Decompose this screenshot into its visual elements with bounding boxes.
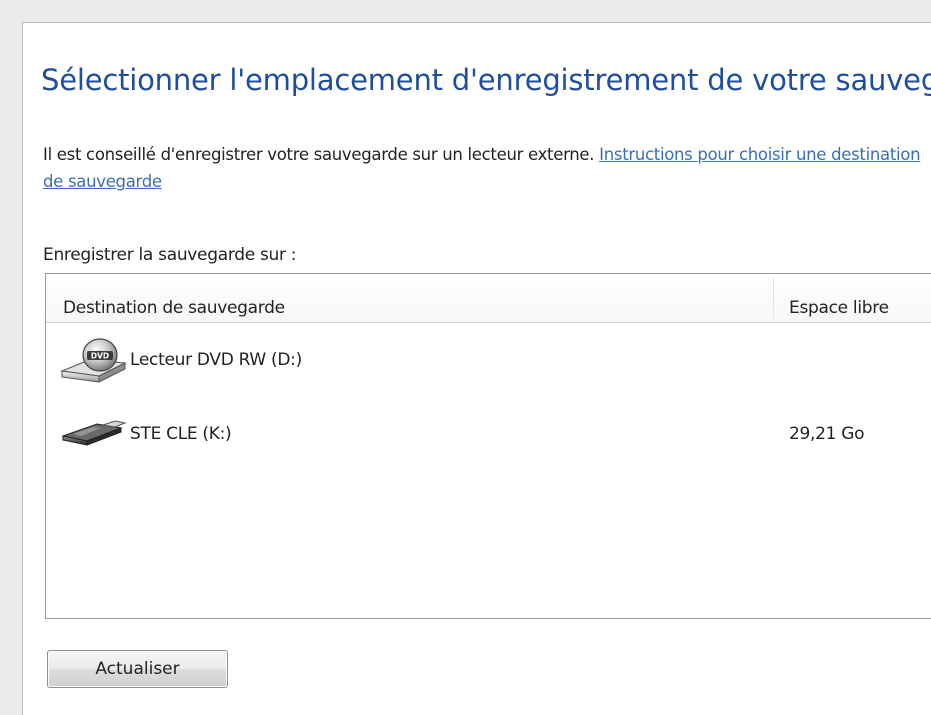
intro-paragraph: Il est conseillé d'enregistrer votre sau… [43, 141, 931, 195]
dvd-drive-icon: DVD [59, 335, 129, 385]
list-header: Destination de sauvegarde Espace libre [46, 274, 931, 323]
drive-free-space: 29,21 Go [789, 424, 865, 444]
column-header-destination[interactable]: Destination de sauvegarde [63, 298, 285, 318]
column-header-free-space[interactable]: Espace libre [779, 298, 889, 318]
refresh-button[interactable]: Actualiser [47, 650, 228, 688]
drive-name: Lecteur DVD RW (D:) [130, 350, 302, 370]
save-on-label: Enregistrer la sauvegarde sur : [43, 245, 297, 265]
list-item[interactable]: STE CLE (K:) 29,21 Go [46, 402, 931, 458]
destination-list[interactable]: Destination de sauvegarde Espace libre D… [45, 273, 931, 619]
drive-name: STE CLE (K:) [130, 424, 232, 444]
page-title: Sélectionner l'emplacement d'enregistrem… [41, 63, 931, 97]
backup-destination-dialog: Sélectionner l'emplacement d'enregistrem… [22, 22, 931, 715]
list-item[interactable]: DVD Lecteur DVD RW (D:) [46, 332, 931, 388]
svg-text:DVD: DVD [91, 352, 109, 361]
column-separator[interactable] [773, 278, 774, 318]
intro-text: Il est conseillé d'enregistrer votre sau… [43, 145, 600, 164]
usb-drive-icon [59, 410, 129, 460]
